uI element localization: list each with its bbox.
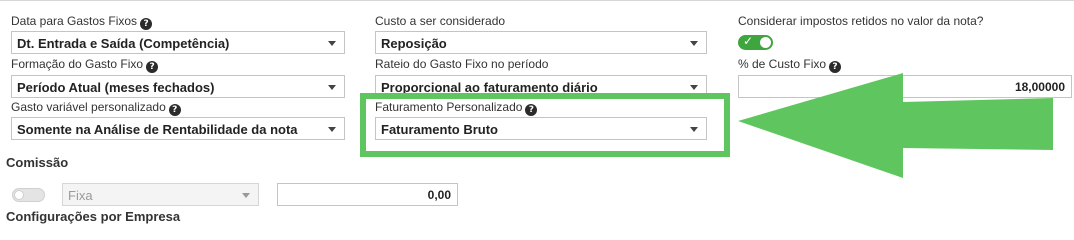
chevron-down-icon	[690, 41, 698, 46]
comissao-toggle[interactable]	[12, 188, 45, 202]
chevron-down-icon	[242, 193, 250, 198]
custo-considerado-select[interactable]: Reposição	[375, 31, 707, 54]
check-icon: ✓	[743, 34, 754, 48]
help-icon[interactable]: ?	[146, 61, 159, 73]
arrow-left-icon	[738, 73, 1053, 178]
toggle-knob	[14, 190, 24, 200]
data-gastos-fixos-value: Dt. Entrada e Saída (Competência)	[17, 36, 230, 51]
gasto-variavel-value: Somente na Análise de Rentabilidade da n…	[17, 122, 298, 137]
comissao-tipo-select[interactable]: Fixa	[62, 183, 259, 206]
gasto-variavel-select[interactable]: Somente na Análise de Rentabilidade da n…	[11, 117, 345, 140]
chevron-down-icon	[328, 85, 336, 90]
help-icon[interactable]: ?	[140, 18, 153, 30]
comissao-title: Comissão	[6, 155, 69, 170]
chevron-down-icon	[690, 85, 698, 90]
data-gastos-fixos-label: Data para Gastos Fixos?	[11, 14, 153, 30]
formacao-gasto-fixo-label: Formação do Gasto Fixo?	[11, 57, 159, 73]
help-icon[interactable]: ?	[168, 104, 181, 116]
rateio-gasto-fixo-label: Rateio do Gasto Fixo no período	[375, 57, 549, 71]
chevron-down-icon	[328, 41, 336, 46]
comissao-tipo-value: Fixa	[68, 188, 93, 203]
chevron-down-icon	[328, 127, 336, 132]
top-divider	[0, 0, 1074, 5]
formacao-gasto-fixo-value: Período Atual (meses fechados)	[17, 80, 215, 95]
custo-considerado-label: Custo a ser considerado	[375, 14, 506, 28]
data-gastos-fixos-select[interactable]: Dt. Entrada e Saída (Competência)	[11, 31, 345, 54]
custo-considerado-value: Reposição	[381, 36, 447, 51]
formacao-gasto-fixo-select[interactable]: Período Atual (meses fechados)	[11, 75, 345, 98]
highlight-box	[360, 93, 730, 157]
toggle-knob	[760, 37, 771, 48]
configuracoes-empresa-title: Configurações por Empresa	[6, 209, 181, 224]
gasto-variavel-label: Gasto variável personalizado?	[11, 100, 181, 116]
impostos-retidos-toggle[interactable]: ✓	[738, 34, 773, 50]
impostos-retidos-label: Considerar impostos retidos no valor da …	[738, 14, 984, 28]
comissao-valor-input[interactable]: 0,00	[277, 183, 458, 206]
